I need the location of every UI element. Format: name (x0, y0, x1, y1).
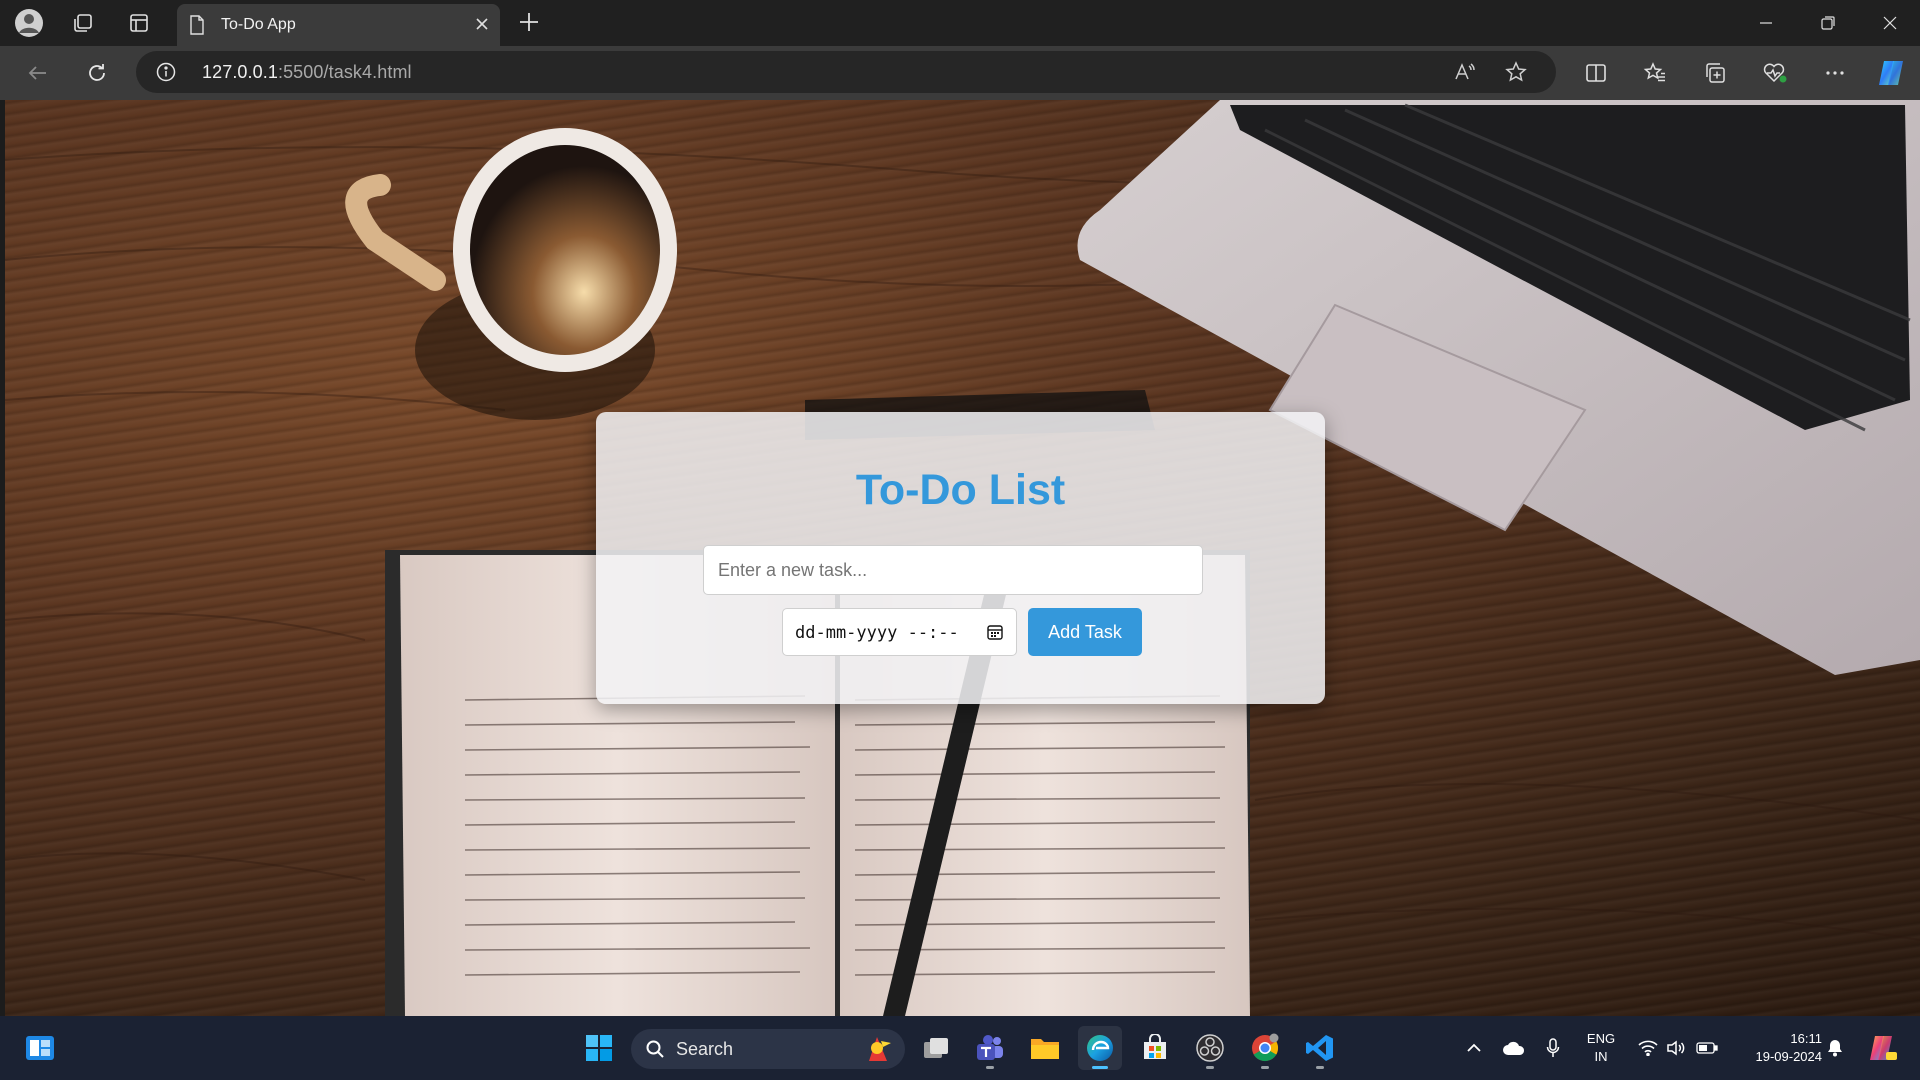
running-indicator (1092, 1066, 1108, 1069)
running-indicator (1206, 1066, 1214, 1069)
close-tab-icon[interactable] (474, 16, 490, 32)
running-indicator (1261, 1066, 1269, 1069)
page-viewport: To-Do List dd-mm-yyyy --:-- Add Task (5, 100, 1920, 1016)
microphone-icon[interactable] (1542, 1034, 1564, 1062)
vscode-icon[interactable] (1298, 1026, 1342, 1070)
new-tab-button[interactable] (515, 8, 543, 36)
running-indicator (986, 1066, 994, 1069)
url-text: 127.0.0.1:5500/task4.html (202, 62, 412, 83)
clock-time: 16:11 (1790, 1031, 1822, 1046)
browser-title-bar: To-Do App (0, 0, 1920, 46)
split-screen-icon[interactable] (1579, 56, 1613, 90)
more-options-icon[interactable] (1818, 56, 1852, 90)
language-code: ENG (1586, 1031, 1616, 1046)
url-path: :5500/task4.html (277, 62, 412, 82)
tab-actions-icon[interactable] (122, 6, 156, 40)
copilot-icon[interactable] (1874, 56, 1908, 90)
page-title: To-Do List (855, 466, 1066, 514)
input-language-indicator[interactable]: ENG IN (1582, 1030, 1620, 1066)
address-bar[interactable]: 127.0.0.1:5500/task4.html (136, 51, 1556, 93)
system-clock[interactable]: 16:11 19-09-2024 (1732, 1030, 1823, 1066)
search-highlight-icon (859, 1031, 895, 1067)
onedrive-icon[interactable] (1500, 1034, 1528, 1062)
store-icon[interactable] (1133, 1026, 1177, 1070)
file-explorer-icon[interactable] (1023, 1026, 1067, 1070)
taskbar-search[interactable]: Search (631, 1029, 905, 1069)
teams-icon[interactable] (968, 1026, 1012, 1070)
language-region: IN (1594, 1049, 1608, 1064)
refresh-icon[interactable] (80, 56, 114, 90)
show-hidden-icons-chevron-icon[interactable] (1462, 1034, 1486, 1062)
favorites-icon[interactable] (1638, 56, 1672, 90)
windows-taskbar: Search ENG IN 16:11 19-09-2024 (0, 1016, 1920, 1080)
notification-bell-icon[interactable] (1824, 1034, 1846, 1062)
widgets-icon[interactable] (18, 1026, 62, 1070)
url-host: 127.0.0.1 (202, 62, 278, 82)
restore-button[interactable] (1808, 8, 1848, 38)
page-icon (189, 15, 205, 35)
start-icon[interactable] (577, 1026, 621, 1070)
task-view-icon[interactable] (914, 1026, 958, 1070)
add-task-button[interactable]: Add Task (1028, 608, 1142, 656)
todo-card: To-Do List dd-mm-yyyy --:-- Add Task (596, 412, 1325, 704)
profile-icon[interactable] (12, 6, 46, 40)
site-info-icon[interactable] (156, 62, 176, 82)
running-indicator (1316, 1066, 1324, 1069)
battery-icon[interactable] (1694, 1034, 1720, 1062)
new-task-input[interactable] (703, 545, 1203, 595)
wifi-icon[interactable] (1636, 1034, 1660, 1062)
collections-icon[interactable] (1698, 56, 1732, 90)
copilot-taskbar-icon[interactable] (1864, 1034, 1900, 1062)
edge-icon[interactable] (1078, 1026, 1122, 1070)
volume-icon[interactable] (1664, 1034, 1688, 1062)
obs-icon[interactable] (1188, 1026, 1232, 1070)
close-window-button[interactable] (1870, 8, 1910, 38)
tab-title: To-Do App (221, 16, 296, 33)
tab-todo-app[interactable]: To-Do App (177, 4, 500, 46)
due-datetime-input[interactable]: dd-mm-yyyy --:-- (782, 608, 1017, 656)
search-icon (645, 1039, 665, 1059)
favorite-star-icon[interactable] (1504, 60, 1528, 84)
back-icon[interactable] (21, 56, 55, 90)
workspaces-icon[interactable] (66, 6, 100, 40)
datetime-placeholder: dd-mm-yyyy --:-- (795, 623, 959, 643)
search-label: Search (676, 1039, 734, 1059)
browser-essentials-icon[interactable] (1758, 56, 1792, 90)
chrome-icon[interactable] (1243, 1026, 1287, 1070)
read-aloud-icon[interactable] (1452, 60, 1476, 84)
browser-toolbar: 127.0.0.1:5500/task4.html (0, 46, 1920, 100)
calendar-icon[interactable] (986, 623, 1004, 641)
minimize-button[interactable] (1746, 8, 1786, 38)
clock-date: 19-09-2024 (1755, 1049, 1823, 1064)
